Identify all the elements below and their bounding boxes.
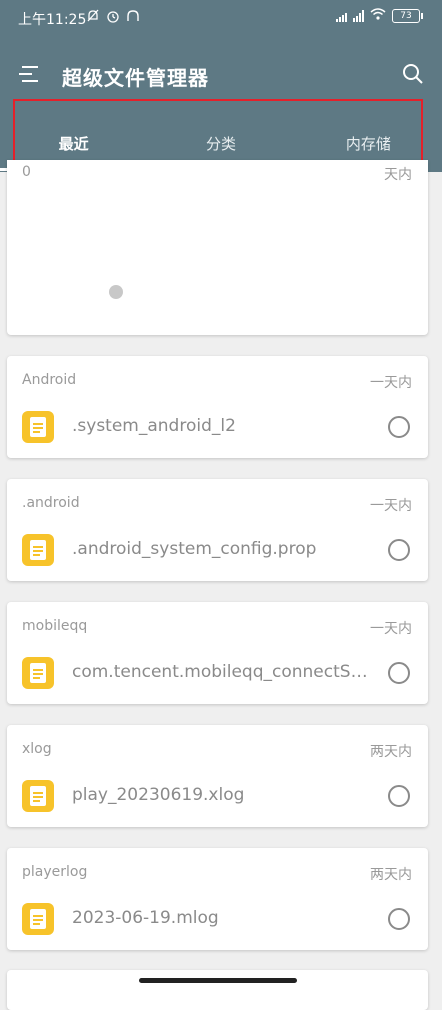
signal-icon bbox=[353, 9, 364, 22]
mute-icon bbox=[86, 9, 100, 27]
card-folder-label: mobileqq bbox=[22, 618, 88, 634]
card-folder-label: 0 bbox=[22, 164, 31, 180]
file-name[interactable]: .system_android_l2 bbox=[72, 416, 377, 436]
app-title: 超级文件管理器 bbox=[62, 66, 209, 90]
card-time-label: 天内 bbox=[384, 167, 412, 183]
file-icon bbox=[22, 903, 54, 935]
alarm-icon bbox=[106, 9, 120, 27]
wifi-icon bbox=[370, 8, 386, 23]
headset-icon bbox=[126, 9, 140, 27]
radio-icon[interactable] bbox=[388, 416, 410, 438]
file-icon bbox=[22, 411, 54, 443]
radio-icon[interactable] bbox=[388, 662, 410, 684]
status-time: 上午11:25 bbox=[18, 12, 87, 28]
radio-icon[interactable] bbox=[388, 908, 410, 930]
card-time-label: 一天内 bbox=[370, 621, 412, 637]
card-folder-label: xlog bbox=[22, 741, 52, 757]
home-indicator[interactable] bbox=[139, 978, 297, 983]
card-time-label: 两天内 bbox=[370, 867, 412, 883]
app-header: 上午11:25 73 超级文件管理器 最近 分类 内存储 bbox=[0, 0, 442, 172]
file-name[interactable]: play_20230619.xlog bbox=[72, 785, 377, 805]
status-icons-right: 73 bbox=[336, 8, 423, 23]
card-folder-label: .android bbox=[22, 495, 80, 511]
search-icon[interactable] bbox=[402, 63, 424, 85]
list-card[interactable] bbox=[7, 970, 428, 1010]
file-name[interactable]: 2023-06-19.mlog bbox=[72, 908, 377, 928]
loading-indicator bbox=[109, 285, 123, 299]
card-folder-label: playerlog bbox=[22, 864, 88, 880]
card-time-label: 两天内 bbox=[370, 744, 412, 760]
list-card[interactable]: playerlog 两天内 2023-06-19.mlog bbox=[7, 848, 428, 950]
status-bar: 上午11:25 73 bbox=[0, 0, 442, 36]
list-card[interactable]: Android 一天内 .system_android_l2 bbox=[7, 356, 428, 458]
card-time-label: 一天内 bbox=[370, 375, 412, 391]
file-icon bbox=[22, 780, 54, 812]
menu-icon[interactable] bbox=[18, 63, 40, 85]
file-name[interactable]: .android_system_config.prop bbox=[72, 539, 377, 559]
status-icons-left bbox=[86, 9, 140, 27]
battery-icon: 73 bbox=[392, 8, 423, 23]
file-icon bbox=[22, 657, 54, 689]
list-card[interactable]: .android 一天内 .android_system_config.prop bbox=[7, 479, 428, 581]
signal-icon bbox=[336, 10, 347, 22]
radio-icon[interactable] bbox=[388, 785, 410, 807]
card-time-label: 一天内 bbox=[370, 498, 412, 514]
list-card[interactable]: 0 天内 bbox=[7, 160, 428, 335]
toolbar: 超级文件管理器 bbox=[0, 52, 442, 98]
file-icon bbox=[22, 534, 54, 566]
radio-icon[interactable] bbox=[388, 539, 410, 561]
card-folder-label: Android bbox=[22, 372, 77, 388]
list-card[interactable]: xlog 两天内 play_20230619.xlog bbox=[7, 725, 428, 827]
file-name[interactable]: com.tencent.mobileqq_connectSdk.... bbox=[72, 662, 377, 682]
list-card[interactable]: mobileqq 一天内 com.tencent.mobileqq_connec… bbox=[7, 602, 428, 704]
